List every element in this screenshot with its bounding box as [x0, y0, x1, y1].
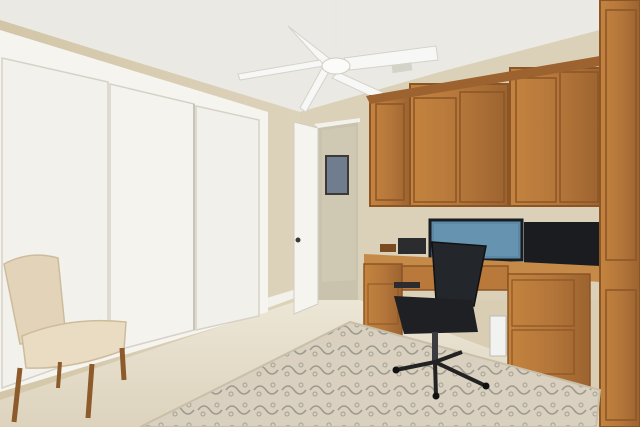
room-illustration	[0, 0, 640, 427]
tall-cabinet	[599, 0, 640, 427]
wall-picture	[325, 155, 349, 195]
home-office-photo	[0, 0, 640, 427]
open-door	[293, 121, 319, 315]
